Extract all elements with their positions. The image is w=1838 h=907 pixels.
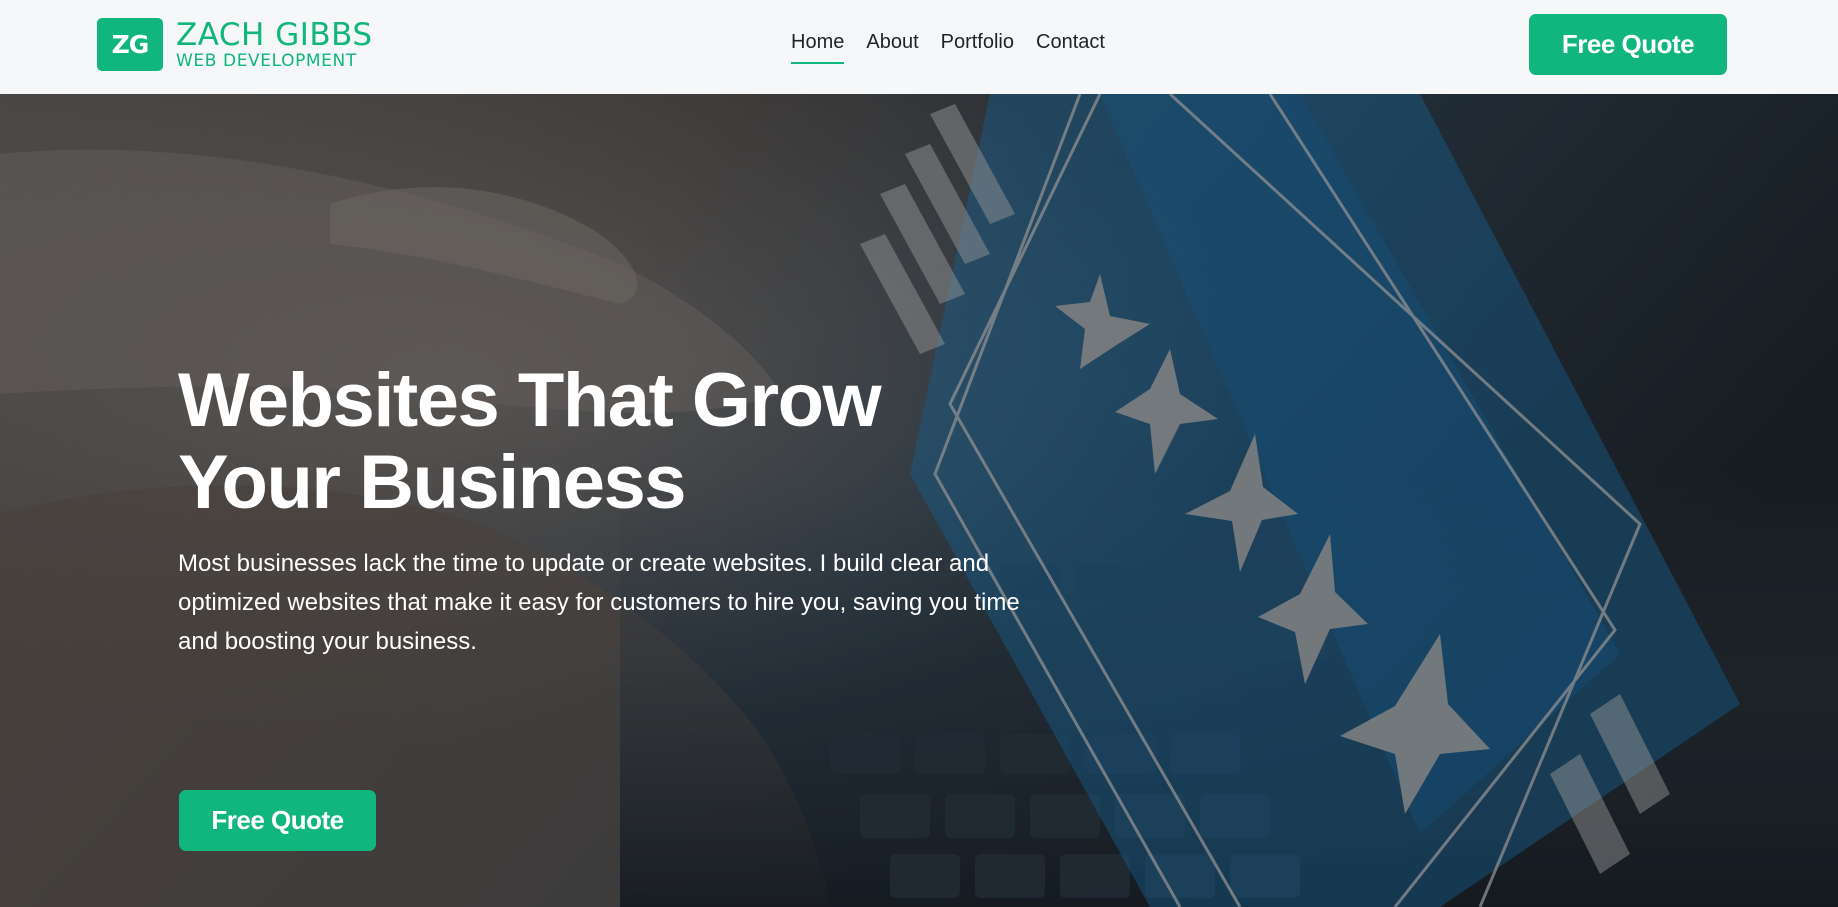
- logo-mark-icon: ZG: [97, 18, 163, 71]
- hero-description: Most businesses lack the time to update …: [178, 550, 1020, 655]
- site-header: ZG ZACH GIBBS WEB DEVELOPMENT Home About…: [0, 0, 1838, 94]
- header-free-quote-button[interactable]: Free Quote: [1529, 14, 1727, 75]
- hero-content: Websites That Grow Your Business Most bu…: [178, 358, 1078, 851]
- nav-contact[interactable]: Contact: [1036, 31, 1105, 64]
- brand-name: ZACH GIBBS: [176, 16, 373, 53]
- hero-section: Websites That Grow Your Business Most bu…: [0, 94, 1838, 907]
- nav-portfolio[interactable]: Portfolio: [941, 31, 1014, 64]
- main-nav: Home About Portfolio Contact: [791, 31, 1127, 64]
- hero-free-quote-button[interactable]: Free Quote: [179, 790, 376, 851]
- brand-logo[interactable]: ZG ZACH GIBBS WEB DEVELOPMENT: [97, 18, 373, 71]
- nav-home[interactable]: Home: [791, 31, 845, 64]
- brand-tagline: WEB DEVELOPMENT: [176, 50, 357, 71]
- nav-about[interactable]: About: [866, 31, 918, 64]
- logo-text: ZACH GIBBS WEB DEVELOPMENT: [176, 16, 373, 71]
- hero-title: Websites That Grow Your Business: [178, 358, 882, 525]
